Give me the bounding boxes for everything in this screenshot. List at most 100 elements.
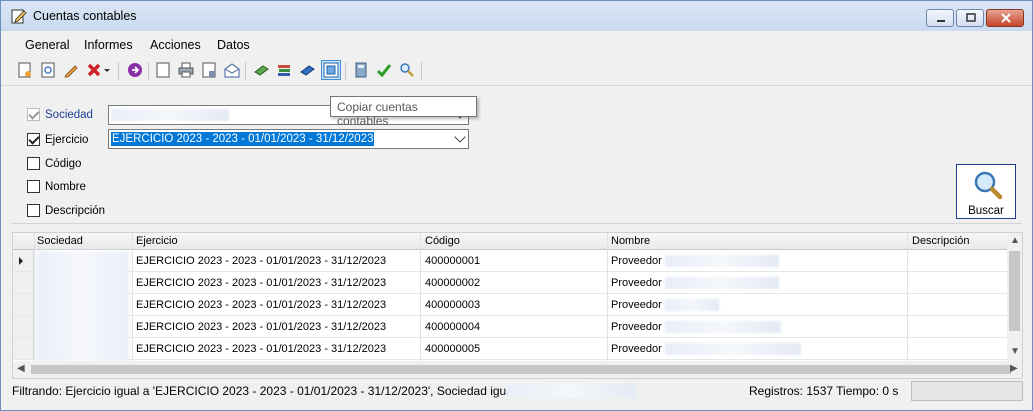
redacted-value (665, 321, 781, 333)
cell-codigo: 400000004 (425, 321, 481, 333)
table-row[interactable]: EJERCICIO 2023 - 2023 - 01/01/2023 - 31/… (13, 338, 1008, 360)
dropdown-arrow-icon[interactable] (102, 60, 112, 80)
cell-nombre: Proveedor (611, 343, 662, 355)
magnifier-icon (973, 170, 1003, 203)
progress-box (911, 381, 1023, 401)
sociedad-checkbox[interactable] (27, 108, 40, 121)
ejercicio-combo[interactable]: EJERCICIO 2023 - 2023 - 01/01/2023 - 31/… (108, 129, 469, 149)
delete-x-icon[interactable] (84, 60, 104, 80)
scroll-left-icon[interactable]: ◀ (17, 363, 25, 374)
nombre-checkbox[interactable] (27, 180, 40, 193)
row-selector[interactable] (13, 272, 34, 293)
cell-nombre: Proveedor (611, 321, 662, 333)
column-header-sociedad[interactable]: Sociedad (37, 235, 83, 247)
descripcion-label: Descripción (45, 205, 106, 217)
status-bar: Filtrando: Ejercicio igual a 'EJERCICIO … (1, 379, 1032, 411)
codigo-checkbox[interactable] (27, 157, 40, 170)
open-envelope-icon[interactable] (222, 60, 242, 80)
horizontal-scroll-thumb[interactable] (31, 365, 1011, 374)
title-bar[interactable]: Cuentas contables (1, 1, 1032, 31)
menu-datos[interactable]: Datos (217, 38, 250, 52)
column-header-descripcion[interactable]: Descripción (912, 235, 969, 247)
books-stack-icon[interactable] (274, 60, 294, 80)
toolbar-separator (118, 62, 119, 80)
descripcion-checkbox[interactable] (27, 204, 40, 217)
cell-ejercicio: EJERCICIO 2023 - 2023 - 01/01/2023 - 31/… (136, 343, 387, 355)
filter-panel: Sociedad Ejercicio EJERCICIO 2023 - 2023… (11, 91, 1022, 224)
row-selector[interactable] (13, 316, 34, 337)
toolbar-separator (148, 62, 149, 80)
toolbar-separator (421, 62, 422, 80)
redacted-value (665, 343, 801, 355)
redacted-value (665, 277, 779, 289)
window-title: Cuentas contables (33, 9, 137, 23)
calculator-icon[interactable] (351, 60, 371, 80)
nombre-label: Nombre (45, 181, 86, 193)
cell-codigo: 400000002 (425, 277, 481, 289)
tooltip: Copiar cuentas contables (330, 96, 477, 128)
new-document-icon[interactable] (15, 60, 35, 80)
close-button[interactable] (986, 9, 1024, 27)
chevron-down-icon[interactable] (454, 131, 466, 143)
sociedad-label: Sociedad (45, 109, 93, 121)
redacted-value (665, 255, 779, 267)
records-status: Registros: 1537 Tiempo: 0 s (749, 384, 899, 398)
redacted-sociedad-column (36, 251, 129, 361)
vertical-scrollbar[interactable]: ▲ ▼ (1007, 233, 1022, 361)
table-row[interactable]: EJERCICIO 2023 - 2023 - 01/01/2023 - 31/… (13, 316, 1008, 338)
copy-accounts-icon[interactable] (321, 60, 341, 80)
navigate-icon[interactable] (125, 60, 145, 80)
column-header-codigo[interactable]: Código (425, 235, 460, 247)
maximize-button[interactable] (956, 9, 984, 27)
blank-page-icon[interactable] (153, 60, 173, 80)
column-header-nombre[interactable]: Nombre (611, 235, 650, 247)
table-row[interactable]: EJERCICIO 2023 - 2023 - 01/01/2023 - 31/… (13, 294, 1008, 316)
green-book-icon[interactable] (251, 60, 271, 80)
preview-icon[interactable] (38, 60, 58, 80)
window: Cuentas contables General Informes Accio… (0, 0, 1033, 411)
minimize-button[interactable] (926, 9, 954, 27)
vertical-scroll-thumb[interactable] (1009, 251, 1020, 331)
buscar-label: Buscar (968, 205, 1004, 217)
print-icon[interactable] (176, 60, 196, 80)
print-preview-icon[interactable] (199, 60, 219, 80)
edit-pencil-icon[interactable] (61, 60, 81, 80)
toolbar-separator (345, 62, 346, 80)
column-header-ejercicio[interactable]: Ejercicio (136, 235, 178, 247)
cell-ejercicio: EJERCICIO 2023 - 2023 - 01/01/2023 - 31/… (136, 299, 387, 311)
toolbar-separator (245, 62, 246, 80)
search-icon[interactable] (397, 60, 417, 80)
buscar-button[interactable]: Buscar (956, 164, 1016, 219)
scroll-right-icon[interactable]: ▶ (1010, 363, 1018, 374)
results-grid[interactable]: Sociedad Ejercicio Código Nombre Descrip… (12, 232, 1023, 379)
row-selector[interactable] (13, 338, 34, 359)
cell-codigo: 400000005 (425, 343, 481, 355)
cell-nombre: Proveedor (611, 277, 662, 289)
scroll-down-icon[interactable]: ▼ (1010, 346, 1020, 357)
menu-informes[interactable]: Informes (84, 38, 133, 52)
ejercicio-selected-value: EJERCICIO 2023 - 2023 - 01/01/2023 - 31/… (111, 132, 375, 146)
notepad-edit-icon (11, 8, 27, 24)
cell-nombre: Proveedor (611, 255, 662, 267)
menu-acciones[interactable]: Acciones (150, 38, 201, 52)
cell-ejercicio: EJERCICIO 2023 - 2023 - 01/01/2023 - 31/… (136, 255, 387, 267)
menu-general[interactable]: General (25, 38, 69, 52)
row-selector[interactable] (13, 294, 34, 315)
filter-status-text: Filtrando: Ejercicio igual a 'EJERCICIO … (12, 384, 526, 398)
cell-ejercicio: EJERCICIO 2023 - 2023 - 01/01/2023 - 31/… (136, 277, 387, 289)
ejercicio-label: Ejercicio (45, 134, 89, 146)
row-selector[interactable] (13, 250, 34, 271)
table-row[interactable]: EJERCICIO 2023 - 2023 - 01/01/2023 - 31/… (13, 250, 1008, 272)
redacted-value (111, 109, 229, 121)
codigo-label: Código (45, 158, 82, 170)
check-icon[interactable] (374, 60, 394, 80)
horizontal-scrollbar[interactable]: ◀ ▶ (13, 361, 1022, 378)
scroll-up-icon[interactable]: ▲ (1010, 235, 1020, 246)
blue-book-icon[interactable] (297, 60, 317, 80)
cell-codigo: 400000001 (425, 255, 481, 267)
table-row[interactable]: EJERCICIO 2023 - 2023 - 01/01/2023 - 31/… (13, 272, 1008, 294)
toolbar (1, 56, 1032, 86)
grid-header: Sociedad Ejercicio Código Nombre Descrip… (13, 233, 1008, 250)
ejercicio-checkbox[interactable] (27, 133, 40, 146)
cell-codigo: 400000003 (425, 299, 481, 311)
